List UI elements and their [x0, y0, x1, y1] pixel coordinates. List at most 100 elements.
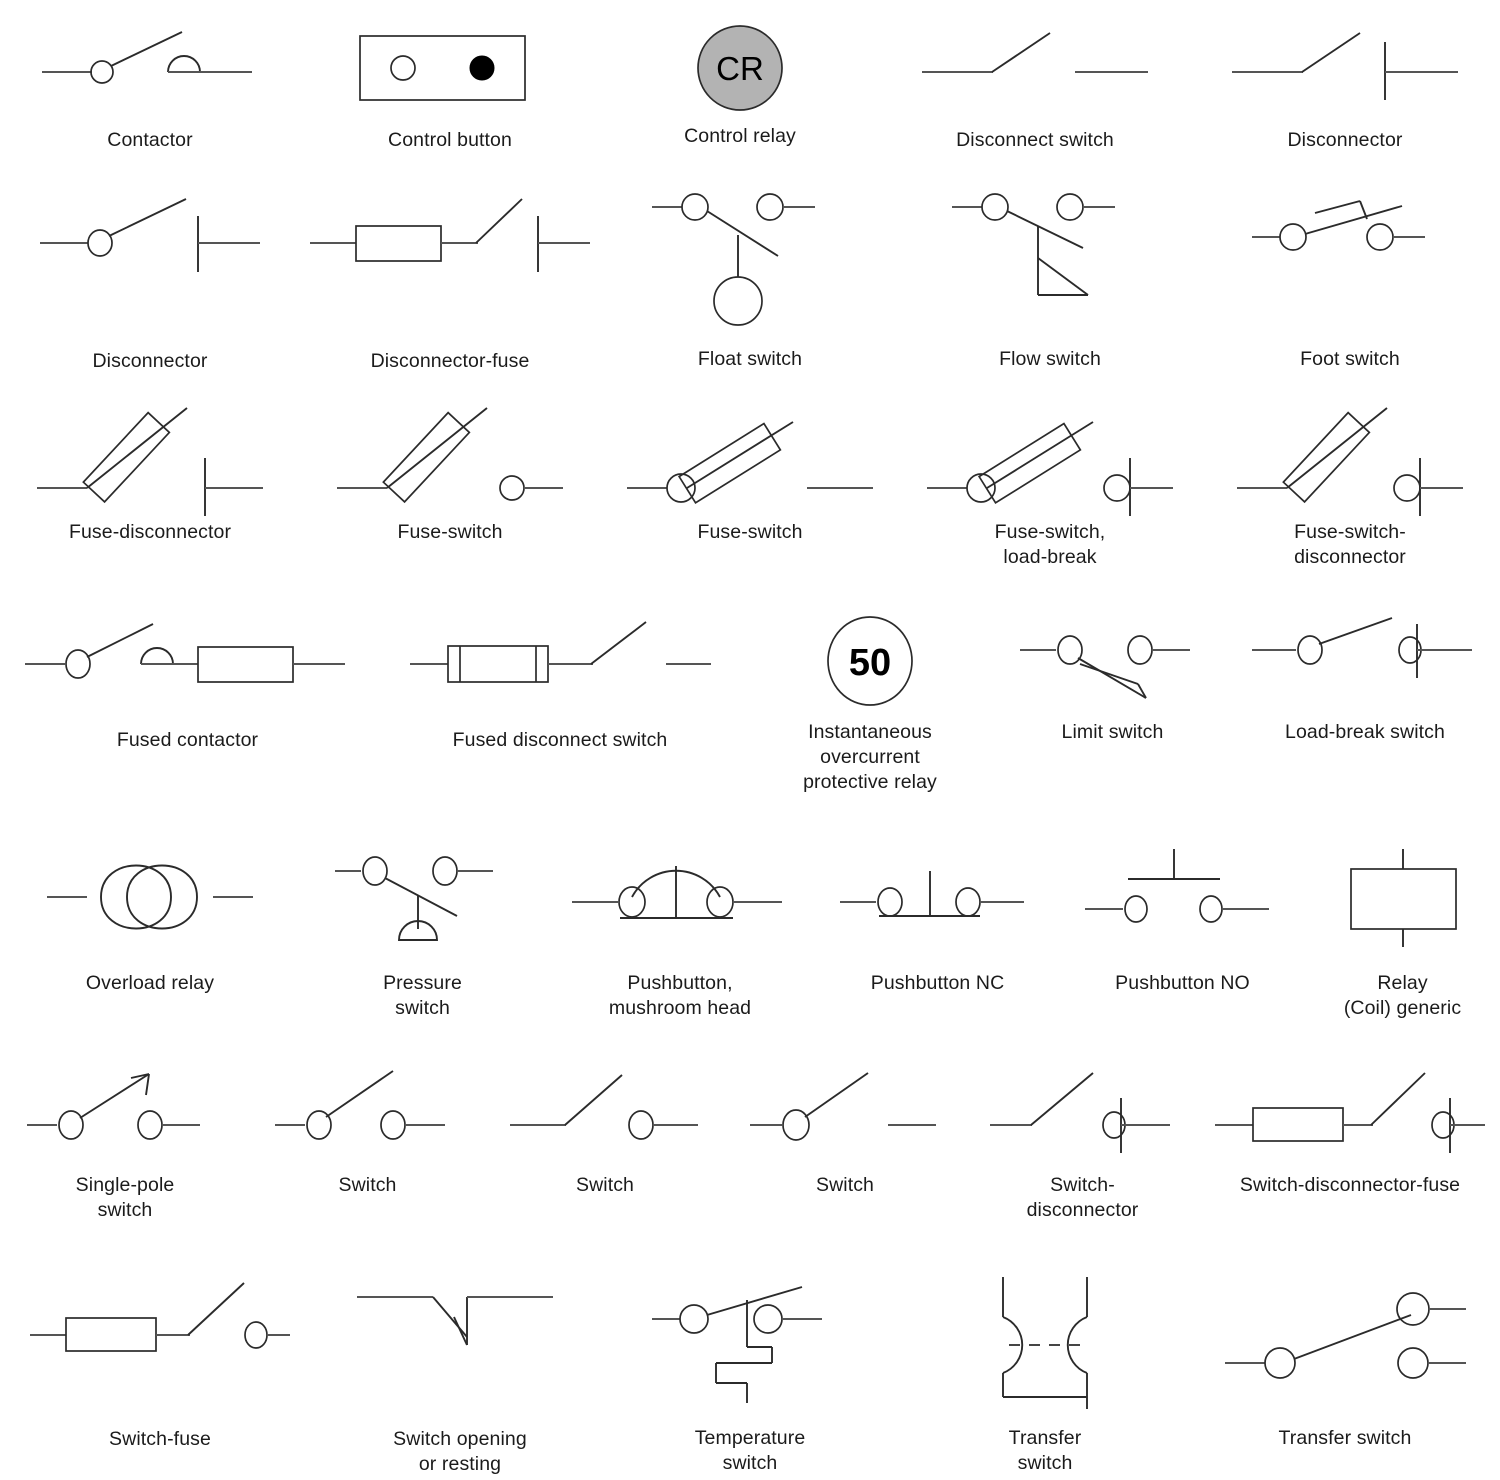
symbol-cell-switch-2[interactable]: Switch: [485, 1065, 725, 1198]
transfer-switch-symbol: [1223, 1275, 1468, 1410]
symbol-sheet: Contactor Control button CR Control rela…: [0, 22, 1500, 1480]
symbol-cell-float-switch[interactable]: Float switch: [600, 193, 900, 372]
symbol-cell-disconnect-switch[interactable]: Disconnect switch: [880, 22, 1190, 153]
symbol-cell-switch-opening[interactable]: Switch opening or resting: [320, 1275, 600, 1477]
symbol-label: Temperature switch: [694, 1427, 806, 1474]
symbol-cell-fuse-switch-disconnector[interactable]: Fuse-switch- disconnector: [1200, 396, 1500, 570]
symbol-row-7: Switch-fuse Switch opening or resting Te…: [0, 1275, 1500, 1477]
symbol-cell-fused-disconnect-switch[interactable]: Fused disconnect switch: [375, 616, 745, 753]
symbol-label: Overload relay: [85, 972, 215, 994]
symbol-cell-pushbutton-no[interactable]: Pushbutton NO: [1060, 847, 1305, 996]
symbol-cell-fuse-switch-1[interactable]: Fuse-switch: [300, 396, 600, 545]
disconnector-symbol: [1230, 22, 1460, 114]
symbol-cell-pushbutton-nc[interactable]: Pushbutton NC: [815, 847, 1060, 996]
symbol-cell-disconnector-fuse[interactable]: Disconnector-fuse: [300, 193, 600, 374]
relay-coil-symbol: [1333, 847, 1473, 947]
symbol-label: Single-pole switch: [75, 1174, 175, 1221]
symbol-label: Relay (Coil) generic: [1343, 972, 1462, 1019]
symbol-row-3: Fuse-disconnector Fuse-switch Fuse-switc…: [0, 396, 1500, 570]
symbol-label: Pushbutton NC: [870, 972, 1005, 994]
switch-disconnector-symbol: [988, 1065, 1178, 1155]
symbol-cell-disconnector-2[interactable]: Disconnector: [0, 193, 300, 374]
temperature-switch-symbol: [650, 1275, 850, 1410]
switch-plain-symbol: [508, 1065, 703, 1155]
symbol-label: Fuse-disconnector: [68, 521, 232, 543]
pressure-switch-symbol: [333, 847, 513, 947]
contactor-symbol: [40, 22, 260, 114]
fuse-switch-symbol: [335, 396, 565, 506]
symbol-cell-temperature-switch[interactable]: Temperature switch: [600, 1275, 900, 1476]
symbol-label: Contactor: [107, 129, 193, 151]
disconnect-switch-symbol: [920, 22, 1150, 114]
symbol-cell-switch-disconnector[interactable]: Switch- disconnector: [965, 1065, 1200, 1223]
symbol-cell-overcurrent-relay[interactable]: 50 Instantaneous overcurrent protective …: [745, 616, 995, 795]
symbol-cell-transfer-switch-1[interactable]: Transfer switch: [900, 1275, 1190, 1476]
symbol-cell-contactor[interactable]: Contactor: [0, 22, 300, 153]
switch-fuse-symbol: [28, 1275, 293, 1385]
symbol-cell-load-break-switch[interactable]: Load-break switch: [1230, 616, 1500, 745]
symbol-label: Switch: [575, 1174, 635, 1196]
symbol-cell-fuse-disconnector[interactable]: Fuse-disconnector: [0, 396, 300, 545]
symbol-label: Limit switch: [1061, 721, 1164, 743]
fused-contactor-symbol: [23, 616, 353, 706]
overcurrent-relay-symbol: 50: [810, 616, 930, 706]
foot-switch-symbol: [1250, 193, 1450, 323]
symbol-cell-switch-fuse[interactable]: Switch-fuse: [0, 1275, 320, 1452]
symbol-label: Transfer switch: [1278, 1427, 1412, 1449]
symbol-cell-fuse-switch-2[interactable]: Fuse-switch: [600, 396, 900, 545]
symbol-label: Pushbutton NO: [1115, 972, 1250, 994]
symbol-label: Switch: [338, 1174, 397, 1196]
symbol-row-5: Overload relay Pressure switch Pushbutto…: [0, 847, 1500, 1021]
flow-switch-symbol: [950, 193, 1150, 323]
control-relay-text: CR: [716, 50, 764, 87]
symbol-label: Load-break switch: [1285, 721, 1445, 743]
symbol-cell-control-relay[interactable]: CR Control relay: [600, 22, 880, 149]
symbol-cell-foot-switch[interactable]: Foot switch: [1200, 193, 1500, 372]
symbol-label: Pressure switch: [383, 972, 462, 1019]
symbol-cell-single-pole-switch[interactable]: Single-pole switch: [0, 1065, 250, 1223]
symbol-row-4: Fused contactor Fused disconnect switch: [0, 616, 1500, 795]
symbol-row-2: Disconnector Disconnector-fuse Float swi…: [0, 193, 1500, 374]
symbol-cell-switch-1[interactable]: Switch: [250, 1065, 485, 1198]
symbol-label: Control button: [388, 129, 512, 151]
symbol-cell-switch-disconnector-fuse[interactable]: Switch-disconnector-fuse: [1200, 1065, 1500, 1198]
symbol-row-6: Single-pole switch Switch Switch Switch …: [0, 1065, 1500, 1223]
fuse-switch-alt-symbol: [625, 396, 875, 506]
symbol-label: Fused disconnect switch: [452, 729, 668, 751]
symbol-cell-fused-contactor[interactable]: Fused contactor: [0, 616, 375, 753]
symbol-cell-overload-relay[interactable]: Overload relay: [0, 847, 300, 996]
symbol-label: Fuse-switch- disconnector: [1294, 521, 1406, 568]
symbol-label: Fuse-switch: [397, 521, 503, 543]
symbol-cell-flow-switch[interactable]: Flow switch: [900, 193, 1200, 372]
symbol-cell-control-button[interactable]: Control button: [300, 22, 600, 153]
symbol-cell-pressure-switch[interactable]: Pressure switch: [300, 847, 545, 1021]
symbol-label: Instantaneous overcurrent protective rel…: [803, 721, 937, 793]
transfer-switch-bracket-symbol: [975, 1275, 1115, 1410]
symbol-cell-fuse-switch-load-break[interactable]: Fuse-switch, load-break: [900, 396, 1200, 570]
pushbutton-mushroom-symbol: [570, 847, 790, 947]
symbol-label: Transfer switch: [1008, 1427, 1082, 1474]
symbol-cell-pushbutton-mushroom[interactable]: Pushbutton, mushroom head: [545, 847, 815, 1021]
symbol-cell-switch-3[interactable]: Switch: [725, 1065, 965, 1198]
symbol-cell-transfer-switch-2[interactable]: Transfer switch: [1190, 1275, 1500, 1451]
pushbutton-no-symbol: [1083, 847, 1283, 947]
load-break-switch-symbol: [1250, 616, 1480, 706]
symbol-label: Switch- disconnector: [1026, 1174, 1139, 1221]
switch-disconnector-fuse-symbol: [1213, 1065, 1488, 1155]
symbol-label: Disconnect switch: [956, 129, 1114, 151]
symbol-cell-limit-switch[interactable]: Limit switch: [995, 616, 1230, 745]
symbol-row-1: Contactor Control button CR Control rela…: [0, 22, 1500, 153]
overload-relay-symbol: [45, 847, 255, 947]
symbol-label: Foot switch: [1300, 348, 1400, 370]
fuse-switch-load-break-symbol: [925, 396, 1175, 516]
symbol-cell-disconnector-1[interactable]: Disconnector: [1190, 22, 1500, 153]
fuse-switch-disconnector-symbol: [1235, 396, 1465, 516]
symbol-cell-relay-coil[interactable]: Relay (Coil) generic: [1305, 847, 1500, 1021]
symbol-label: Disconnector: [92, 350, 208, 372]
symbol-label: Fused contactor: [116, 729, 259, 751]
disconnector-circle-symbol: [38, 193, 263, 293]
symbol-label: Flow switch: [999, 348, 1101, 370]
overcurrent-relay-text: 50: [849, 642, 891, 684]
switch-open-symbol: [748, 1065, 943, 1155]
fuse-disconnector-symbol: [35, 396, 265, 516]
